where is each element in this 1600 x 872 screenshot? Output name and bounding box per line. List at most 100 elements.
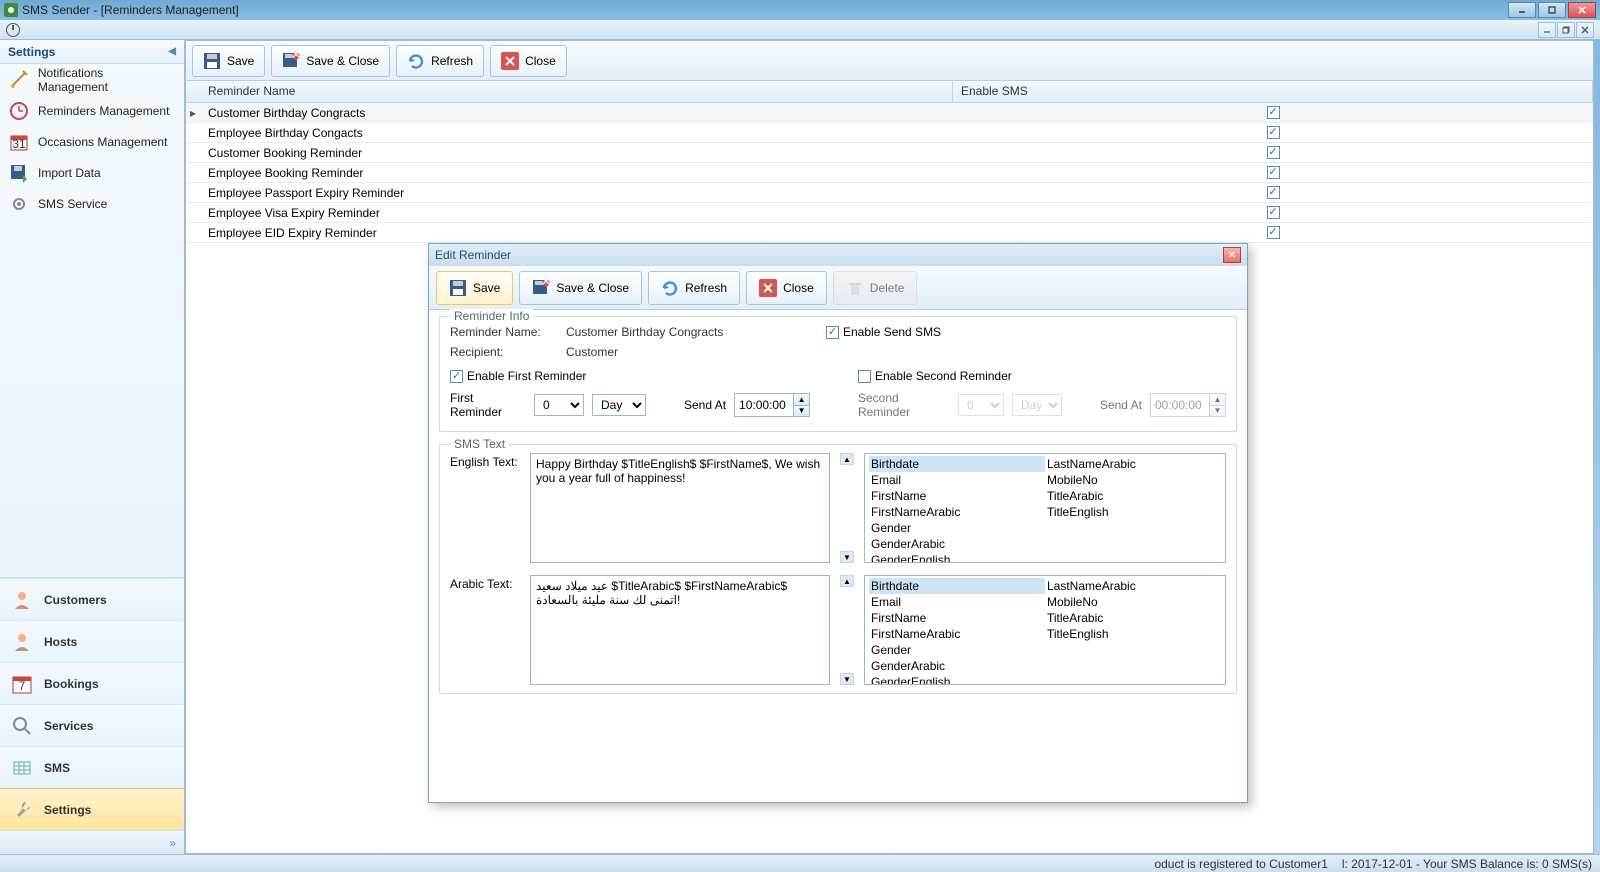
field-item[interactable]: Gender — [869, 642, 1045, 658]
sidebar-item-notifications[interactable]: Notifications Management — [0, 64, 184, 95]
spin-down-icon[interactable]: ▼ — [793, 406, 809, 417]
field-item[interactable]: LastNameArabic — [1045, 578, 1221, 594]
table-row[interactable]: Employee Booking Reminder — [186, 163, 1593, 183]
dialog-close-button[interactable]: ✕ — [1223, 247, 1241, 263]
cell-enable-sms[interactable] — [953, 206, 1593, 219]
time-input[interactable] — [735, 394, 793, 416]
cell-enable-sms[interactable] — [953, 166, 1593, 179]
table-row[interactable]: Employee Birthday Congacts — [186, 123, 1593, 143]
nav-item-customers[interactable]: Customers — [0, 578, 184, 620]
nav-item-bookings[interactable]: 7 Bookings — [0, 662, 184, 704]
nav-item-settings[interactable]: Settings — [0, 788, 184, 830]
table-row[interactable]: Employee EID Expiry Reminder — [186, 223, 1593, 243]
button-label: Refresh — [685, 281, 727, 295]
dialog-close-button-tb[interactable]: Close — [746, 271, 827, 305]
field-item[interactable]: Birthdate — [869, 578, 1045, 594]
first-reminder-number-select[interactable]: 0 — [534, 394, 584, 416]
field-item[interactable]: GenderArabic — [869, 658, 1045, 674]
close-icon — [501, 52, 519, 70]
reminder-name-value: Customer Birthday Congracts — [566, 325, 806, 339]
grid-col-name[interactable]: Reminder Name — [200, 81, 953, 102]
field-item[interactable]: TitleEnglish — [1045, 626, 1221, 642]
field-item[interactable]: MobileNo — [1045, 594, 1221, 610]
field-item[interactable]: Birthdate — [869, 456, 1045, 472]
checkbox-icon — [858, 370, 871, 383]
field-item[interactable]: FirstName — [869, 610, 1045, 626]
table-row[interactable]: Employee Passport Expiry Reminder — [186, 183, 1593, 203]
cell-enable-sms[interactable] — [953, 186, 1593, 199]
english-fields-list[interactable]: BirthdateEmailFirstNameFirstNameArabicGe… — [864, 453, 1226, 563]
nav-item-label: SMS — [44, 761, 70, 775]
window-maximize-button[interactable] — [1538, 2, 1566, 18]
sidebar-item-sms-service[interactable]: SMS Service — [0, 188, 184, 219]
table-row[interactable]: ▸ Customer Birthday Congracts — [186, 103, 1593, 123]
field-item[interactable]: FirstNameArabic — [869, 626, 1045, 642]
sidebar-expander[interactable]: » — [0, 830, 184, 854]
dialog-refresh-button[interactable]: Refresh — [648, 271, 740, 305]
first-send-at-time[interactable]: ▲▼ — [734, 393, 810, 417]
app-icon — [4, 3, 18, 17]
sidebar-item-reminders[interactable]: Reminders Management — [0, 95, 184, 126]
edit-reminder-dialog: Edit Reminder ✕ Save ✕ Save & Close Refr… — [428, 243, 1248, 803]
fieldset-legend: SMS Text — [450, 437, 509, 451]
enable-first-reminder-checkbox[interactable]: Enable First Reminder — [450, 369, 818, 383]
cell-enable-sms[interactable] — [953, 126, 1593, 139]
ribbon-strip — [0, 20, 1600, 40]
sidebar-header[interactable]: Settings ◀ — [0, 40, 184, 64]
english-text-input[interactable]: Happy Birthday $TitleEnglish$ $FirstName… — [530, 453, 830, 563]
window-minimize-button[interactable] — [1508, 2, 1536, 18]
close-button[interactable]: Close — [490, 45, 567, 77]
save-close-button[interactable]: ✕ Save & Close — [271, 45, 390, 77]
dialog-titlebar[interactable]: Edit Reminder ✕ — [429, 244, 1247, 266]
sidebar-header-label: Settings — [8, 45, 55, 59]
first-reminder-unit-select[interactable]: Day — [592, 394, 646, 416]
cell-enable-sms[interactable] — [953, 106, 1593, 119]
field-item[interactable]: FirstName — [869, 488, 1045, 504]
field-item[interactable]: LastNameArabic — [1045, 456, 1221, 472]
window-close-button[interactable] — [1568, 2, 1596, 18]
nav-item-services[interactable]: Services — [0, 704, 184, 746]
enable-send-sms-checkbox[interactable]: Enable Send SMS — [826, 325, 941, 339]
scroll-down-icon[interactable]: ▼ — [840, 551, 854, 563]
cell-enable-sms[interactable] — [953, 146, 1593, 159]
dialog-save-close-button[interactable]: ✕ Save & Close — [519, 271, 642, 305]
scroll-up-icon[interactable]: ▲ — [840, 575, 854, 587]
field-item[interactable]: Gender — [869, 520, 1045, 536]
save-button[interactable]: Save — [192, 45, 265, 77]
field-item[interactable]: GenderEnglish — [869, 674, 1045, 685]
arabic-fields-list[interactable]: BirthdateEmailFirstNameFirstNameArabicGe… — [864, 575, 1226, 685]
checkbox-icon — [450, 370, 463, 383]
dialog-save-button[interactable]: Save — [436, 271, 513, 305]
field-item[interactable]: MobileNo — [1045, 472, 1221, 488]
refresh-button[interactable]: Refresh — [396, 45, 484, 77]
nav-item-hosts[interactable]: Hosts — [0, 620, 184, 662]
floppy-close-icon: ✕ — [532, 279, 550, 297]
mdi-restore-button[interactable] — [1557, 22, 1575, 38]
reminder-info-fieldset: Reminder Info Reminder Name: Customer Bi… — [439, 316, 1237, 432]
enable-second-reminder-checkbox[interactable]: Enable Second Reminder — [858, 369, 1226, 383]
field-item[interactable]: GenderEnglish — [869, 552, 1045, 563]
spin-up-icon[interactable]: ▲ — [793, 394, 809, 406]
sidebar-item-occasions[interactable]: 31 Occasions Management — [0, 126, 184, 157]
checkbox-label: Enable Second Reminder — [875, 369, 1012, 383]
nav-item-sms[interactable]: SMS — [0, 746, 184, 788]
field-item[interactable]: Email — [869, 594, 1045, 610]
sidebar-item-import[interactable]: Import Data — [0, 157, 184, 188]
field-item[interactable]: TitleEnglish — [1045, 504, 1221, 520]
grid-col-sms[interactable]: Enable SMS — [953, 81, 1593, 102]
field-item[interactable]: Email — [869, 472, 1045, 488]
mdi-close-button[interactable] — [1576, 22, 1594, 38]
table-row[interactable]: Employee Visa Expiry Reminder — [186, 203, 1593, 223]
field-item[interactable]: TitleArabic — [1045, 488, 1221, 504]
table-row[interactable]: Customer Booking Reminder — [186, 143, 1593, 163]
mdi-minimize-button[interactable] — [1538, 22, 1556, 38]
arabic-text-input[interactable]: عيد ميلاد سعيد $TitleArabic$ $FirstNameA… — [530, 575, 830, 685]
scroll-up-icon[interactable]: ▲ — [840, 453, 854, 465]
field-item[interactable]: TitleArabic — [1045, 610, 1221, 626]
close-icon — [759, 279, 777, 297]
field-item[interactable]: FirstNameArabic — [869, 504, 1045, 520]
scroll-down-icon[interactable]: ▼ — [840, 673, 854, 685]
field-item[interactable]: GenderArabic — [869, 536, 1045, 552]
cell-enable-sms[interactable] — [953, 226, 1593, 239]
cell-name: Employee Birthday Congacts — [200, 126, 953, 140]
